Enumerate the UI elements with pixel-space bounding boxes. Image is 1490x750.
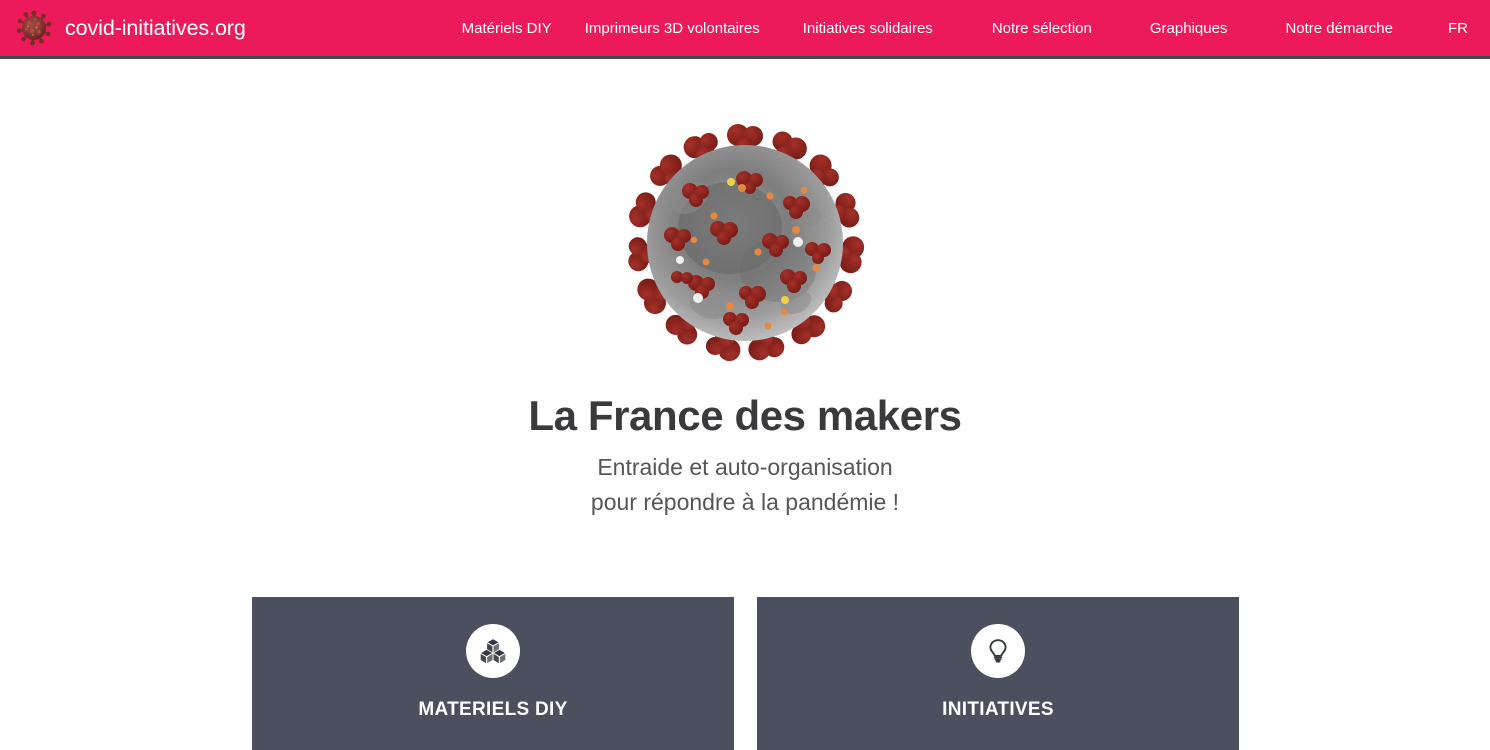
card-label-initiatives: INITIATIVES [942,699,1054,720]
hero-section: La France des makers Entraide et auto-or… [0,59,1490,520]
nav-item-notre-demarche[interactable]: Notre démarche [1285,21,1393,36]
card-initiatives[interactable]: INITIATIVES [757,597,1239,750]
site-header: covid-initiatives.org Matériels DIY Impr… [0,0,1490,59]
page-subtitle: Entraide et auto-organisation pour répon… [485,450,1005,520]
boxes-icon [466,624,520,678]
nav-item-materiels-diy[interactable]: Matériels DIY [462,21,552,36]
nav-item-graphiques[interactable]: Graphiques [1150,21,1228,36]
brand-title: covid-initiatives.org [65,15,246,40]
brand-link[interactable]: covid-initiatives.org [0,10,246,46]
page-title: La France des makers [528,392,962,439]
nav-item-language-fr[interactable]: FR [1448,21,1468,36]
coronavirus-icon [16,10,52,46]
page-subtitle-line-2: pour répondre à la pandémie ! [590,489,900,516]
sars-cov-2-virus-illustration [618,120,872,367]
category-cards: MATERIELS DIY INITIATIVES [252,597,1239,750]
nav-item-notre-selection[interactable]: Notre sélection [992,21,1092,36]
page-subtitle-line-1: Entraide et auto-organisation [597,454,893,481]
card-materiels-diy[interactable]: MATERIELS DIY [252,597,734,750]
main-navigation: Matériels DIY Imprimeurs 3D volontaires … [246,21,1490,36]
nav-item-initiatives-solidaires[interactable]: Initiatives solidaires [803,21,933,36]
nav-item-imprimeurs-3d-volontaires[interactable]: Imprimeurs 3D volontaires [585,21,760,36]
card-label-materiels-diy: MATERIELS DIY [418,699,568,720]
lightbulb-icon [971,624,1025,678]
